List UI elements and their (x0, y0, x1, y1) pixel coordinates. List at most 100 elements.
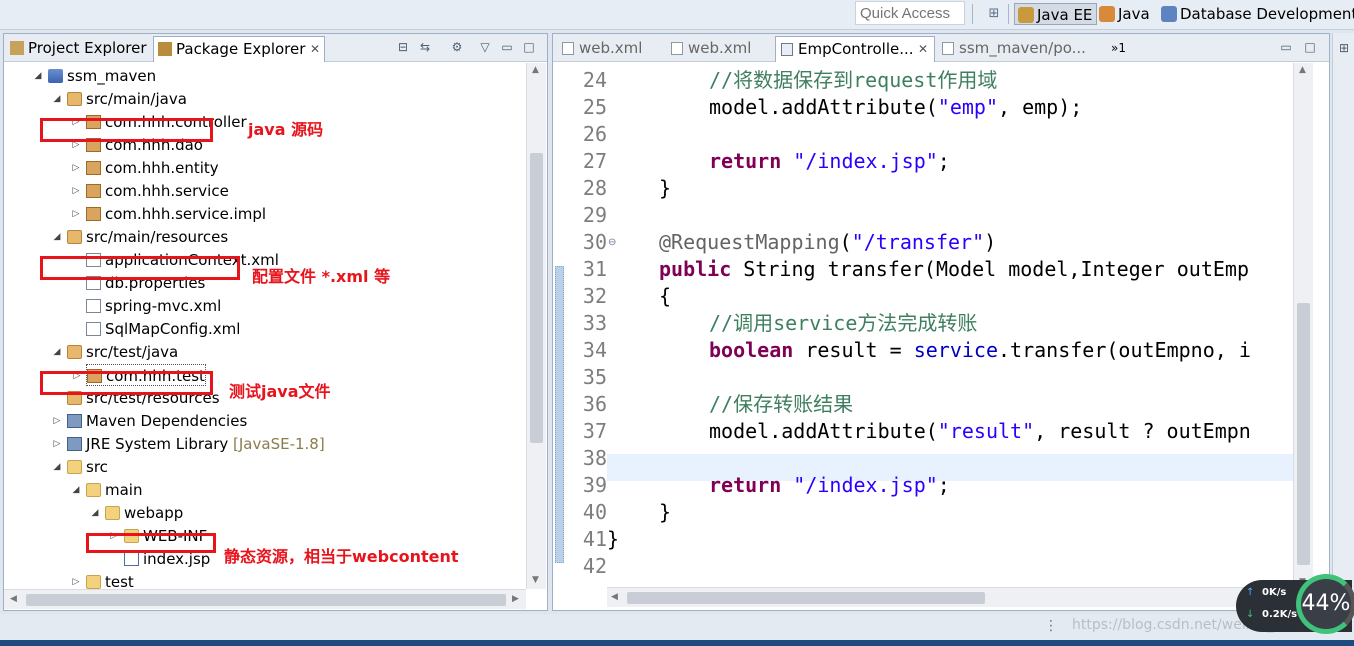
tree-item-label: spring-mvc.xml (105, 297, 222, 315)
package-explorer-icon (158, 42, 172, 56)
scroll-up-icon[interactable]: ▲ (532, 65, 539, 75)
scrollbar-thumb[interactable] (530, 153, 543, 443)
scrollbar-thumb[interactable] (627, 592, 985, 604)
perspective-label: Database Development (1180, 5, 1354, 23)
collapsed-arrow-icon[interactable]: ▷ (70, 571, 82, 589)
tree-item-label: test (105, 573, 134, 589)
line-number: 30 (582, 230, 607, 254)
tree-item[interactable]: ◢ src/main/java (54, 88, 187, 110)
open-perspective-icon[interactable]: ⊞ (986, 6, 1002, 22)
restore-view-icon[interactable]: ⊞ (1337, 41, 1351, 55)
tree-item[interactable]: ◢ src/test/java (54, 341, 179, 363)
network-speed-widget[interactable]: ↑ 0K/s ↓ 0.2K/s 44% (1236, 574, 1354, 634)
editor-tab-web-xml-2[interactable]: web.xml (666, 36, 772, 62)
tree-item-label: src (86, 458, 108, 476)
overview-ruler (553, 63, 567, 593)
scroll-up-icon[interactable]: ▲ (1299, 65, 1306, 75)
upload-arrow-icon: ↑ (1246, 587, 1255, 598)
tree-item[interactable]: ◢ src (54, 456, 108, 478)
scroll-left-icon[interactable]: ◀ (611, 592, 618, 602)
tree-item[interactable]: ▷ com.hhh.entity (73, 157, 219, 179)
line-number: 37 (582, 419, 607, 443)
expanded-arrow-icon[interactable]: ◢ (51, 88, 63, 110)
tab-package-explorer[interactable]: Package Explorer ✕ (153, 36, 325, 62)
toolbar-separator (972, 4, 973, 24)
view-menu-chevron-down-icon[interactable]: ▽ (478, 40, 492, 54)
tree-item[interactable]: ▷ Maven Dependencies (54, 410, 248, 432)
tree-item-label: com.hhh.service.impl (105, 205, 267, 223)
line-number-gutter: 24 25 26 27 28 29 30 ⊖ 31 32 33 34 35 36 37 38 39 40 41 42 (567, 63, 616, 593)
horizontal-scrollbar[interactable]: ◀ ▶ (4, 589, 526, 609)
tree-item-label: ssm_maven (67, 67, 157, 85)
tree-item[interactable]: ◢ ssm_maven (35, 65, 157, 87)
link-with-editor-icon[interactable]: ⇆ (418, 40, 432, 54)
collapsed-arrow-icon[interactable]: ▷ (70, 157, 82, 179)
tree-item[interactable]: ◢ src/main/resources (54, 226, 229, 248)
editor-tab-empcontroller[interactable]: EmpControlle... ✕ (775, 36, 935, 62)
line-number: 36 (582, 392, 607, 416)
tree-item[interactable]: ◢ main (73, 479, 143, 501)
tree-item[interactable]: ▷ com.hhh.service (73, 180, 229, 202)
code-line: return "/index.jsp"; (709, 149, 950, 173)
line-number: 28 (582, 176, 607, 200)
line-number: 26 (582, 122, 607, 146)
scrollbar-thumb[interactable] (1297, 303, 1310, 565)
minimize-icon[interactable]: ▭ (1279, 40, 1293, 54)
perspective-java[interactable]: Java (1096, 3, 1154, 25)
collapsed-arrow-icon[interactable]: ▷ (51, 410, 63, 432)
collapsed-arrow-icon[interactable]: ▷ (51, 433, 63, 455)
tree-item-label: src/test/java (86, 343, 179, 361)
toolbar-separator (1008, 4, 1009, 24)
collapse-all-icon[interactable]: ⊟ (396, 40, 410, 54)
code-line: model.addAttribute("emp", emp); (709, 95, 1083, 119)
tree-item-label: main (105, 481, 143, 499)
tree-item[interactable]: spring-mvc.xml (86, 295, 221, 317)
tree-item-label: JRE System Library (86, 435, 229, 453)
folder-icon (105, 506, 120, 520)
status-grip-icon: ⋮ (1044, 618, 1058, 634)
code-text-area[interactable]: //将数据保存到request作用域 model.addAttribute("em… (607, 63, 1293, 593)
quick-access-input[interactable] (855, 1, 965, 25)
perspective-database-development[interactable]: Database Development (1158, 3, 1354, 25)
tree-item[interactable]: ▷ test (73, 571, 134, 589)
editor-tab-web-xml[interactable]: web.xml (557, 36, 663, 62)
code-line: } (607, 527, 620, 551)
expanded-arrow-icon[interactable]: ◢ (89, 502, 101, 524)
more-tabs-button[interactable]: »1 (1109, 36, 1139, 62)
code-line: { (659, 284, 672, 308)
perspective-java-ee[interactable]: Java EE (1014, 3, 1098, 25)
horizontal-scrollbar[interactable]: ◀ ▶ (607, 587, 1293, 607)
perspective-label: Java EE (1037, 6, 1093, 24)
expanded-arrow-icon[interactable]: ◢ (51, 341, 63, 363)
vertical-scrollbar[interactable]: ▲ ▼ (526, 63, 546, 589)
expanded-arrow-icon[interactable]: ◢ (51, 456, 63, 478)
java-file-icon (781, 43, 793, 56)
maximize-icon[interactable]: □ (522, 40, 536, 54)
tree-item[interactable]: ◢ webapp (92, 502, 184, 524)
scroll-down-icon[interactable]: ▼ (532, 575, 539, 585)
tab-project-explorer[interactable]: Project Explorer (6, 36, 152, 62)
annotation-static-resources: 静态资源，相当于webcontent (224, 547, 459, 566)
close-icon[interactable]: ✕ (918, 37, 928, 61)
code-line: return "/index.jsp"; (709, 473, 950, 497)
maximize-icon[interactable]: □ (1303, 40, 1317, 54)
collapsed-arrow-icon[interactable]: ▷ (70, 180, 82, 202)
expanded-arrow-icon[interactable]: ◢ (70, 479, 82, 501)
scroll-right-icon[interactable]: ▶ (512, 594, 519, 604)
tree-item[interactable]: ▷ JRE System Library [JavaSE-1.8] (54, 433, 325, 455)
close-icon[interactable]: ✕ (310, 37, 320, 61)
collapsed-arrow-icon[interactable]: ▷ (70, 203, 82, 225)
expanded-arrow-icon[interactable]: ◢ (32, 65, 44, 87)
editor-tab-pom-xml[interactable]: ssm_maven/po... (937, 36, 1097, 62)
minimize-icon[interactable]: ▭ (500, 40, 514, 54)
tree-item-label: webapp (124, 504, 184, 522)
vertical-scrollbar[interactable]: ▲ ▼ (1293, 63, 1313, 593)
scrollbar-thumb[interactable] (26, 594, 506, 606)
scroll-left-icon[interactable]: ◀ (10, 594, 17, 604)
annotation-java-source: java 源码 (248, 120, 324, 139)
focus-icon[interactable]: ⚙ (450, 40, 464, 54)
download-speed: 0.2K/s (1262, 609, 1298, 620)
tree-item[interactable]: SqlMapConfig.xml (86, 318, 240, 340)
expanded-arrow-icon[interactable]: ◢ (51, 226, 63, 248)
tree-item[interactable]: ▷ com.hhh.service.impl (73, 203, 267, 225)
